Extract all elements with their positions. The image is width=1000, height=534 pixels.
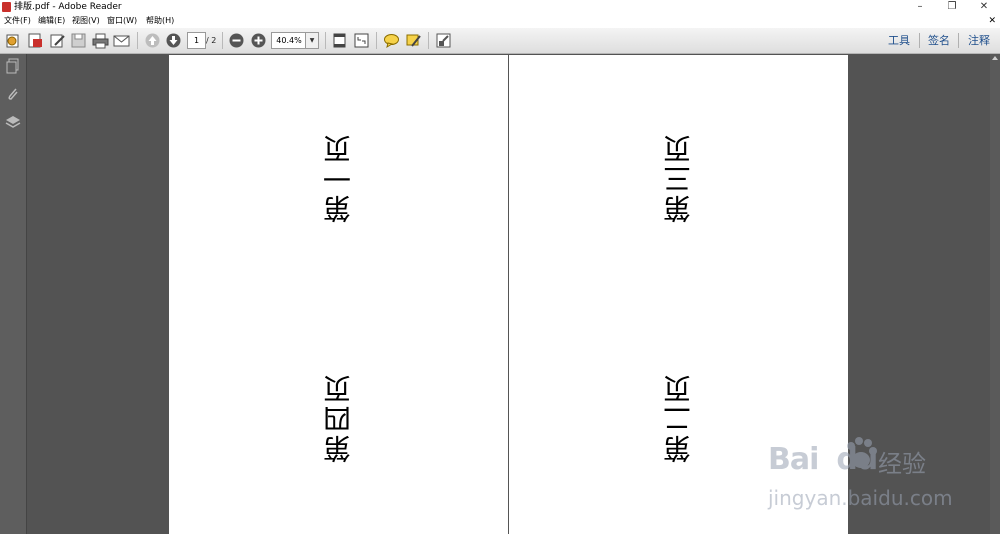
zoom-level-input[interactable]: 40.4% bbox=[271, 32, 307, 49]
zoom-in-icon[interactable] bbox=[250, 32, 267, 49]
close-document-button[interactable]: ✕ bbox=[988, 14, 996, 28]
menu-edit[interactable]: 编辑(E) bbox=[38, 14, 65, 28]
zoom-out-icon[interactable] bbox=[228, 32, 245, 49]
email-icon[interactable] bbox=[113, 32, 130, 49]
menu-window[interactable]: 窗口(W) bbox=[107, 14, 137, 28]
page-total: / 2 bbox=[206, 36, 217, 45]
close-window-button[interactable]: ✕ bbox=[969, 0, 999, 14]
menu-help[interactable]: 帮助(H) bbox=[146, 14, 174, 28]
save-icon[interactable] bbox=[70, 32, 87, 49]
toolbar-separator bbox=[137, 32, 138, 49]
toolbar: 1 / 2 40.4% ▼ 工具 签名 注释 bbox=[0, 28, 1000, 54]
toolbar-separator bbox=[958, 33, 959, 48]
fit-width-icon[interactable] bbox=[353, 32, 370, 49]
scroll-up-icon[interactable] bbox=[992, 56, 998, 60]
page-text-third: 第三页 bbox=[662, 133, 695, 223]
toolbar-separator bbox=[919, 33, 920, 48]
toolbar-separator bbox=[376, 32, 377, 49]
fit-page-icon[interactable] bbox=[331, 32, 348, 49]
comment-button[interactable]: 注释 bbox=[960, 31, 998, 50]
page-text-first: 第一页 bbox=[322, 133, 355, 223]
menu-file[interactable]: 文件(F) bbox=[4, 14, 31, 28]
page-number-input[interactable]: 1 bbox=[187, 32, 206, 49]
adobe-reader-icon bbox=[2, 2, 11, 12]
title-bar: 排版.pdf - Adobe Reader – ❐ ✕ bbox=[0, 0, 1000, 14]
sign-button[interactable]: 签名 bbox=[921, 31, 957, 50]
edit-icon[interactable] bbox=[49, 32, 66, 49]
toolbar-separator bbox=[428, 32, 429, 49]
tools-button[interactable]: 工具 bbox=[881, 31, 917, 50]
baidu-paw-icon bbox=[847, 437, 877, 468]
print-icon[interactable] bbox=[92, 32, 109, 49]
maximize-button[interactable]: ❐ bbox=[937, 0, 967, 14]
pages-panel-icon[interactable] bbox=[5, 58, 21, 74]
pdf-page-left: 第一页 第四页 bbox=[169, 55, 508, 534]
layers-icon[interactable] bbox=[5, 114, 21, 130]
highlight-icon[interactable] bbox=[405, 32, 422, 49]
next-page-icon[interactable] bbox=[165, 32, 182, 49]
toolbar-separator bbox=[222, 32, 223, 49]
comment-icon[interactable] bbox=[383, 32, 400, 49]
page-text-fourth: 第四页 bbox=[322, 373, 355, 463]
attachments-icon[interactable] bbox=[5, 86, 21, 102]
prev-page-icon[interactable] bbox=[144, 32, 161, 49]
window-title: 排版.pdf - Adobe Reader bbox=[14, 2, 122, 12]
watermark-url: jingyan.baidu.com bbox=[768, 486, 953, 510]
zoom-dropdown-chevron-down-icon[interactable]: ▼ bbox=[305, 32, 319, 49]
expand-icon[interactable] bbox=[435, 32, 452, 49]
watermark-jingyan: 经验 bbox=[878, 450, 926, 478]
menu-view[interactable]: 视图(V) bbox=[72, 14, 100, 28]
navigation-pane bbox=[0, 54, 27, 534]
create-pdf-icon[interactable] bbox=[27, 32, 44, 49]
minimize-button[interactable]: – bbox=[905, 0, 935, 14]
menu-bar: 文件(F) 编辑(E) 视图(V) 窗口(W) 帮助(H) ✕ bbox=[0, 14, 1000, 28]
page-text-second: 第二页 bbox=[662, 373, 695, 463]
toolbar-separator bbox=[325, 32, 326, 49]
open-icon[interactable] bbox=[5, 32, 22, 49]
baidu-jingyan-watermark: Baidu 经验 jingyan.baidu.com bbox=[768, 436, 968, 516]
vertical-scrollbar[interactable] bbox=[990, 54, 1000, 534]
